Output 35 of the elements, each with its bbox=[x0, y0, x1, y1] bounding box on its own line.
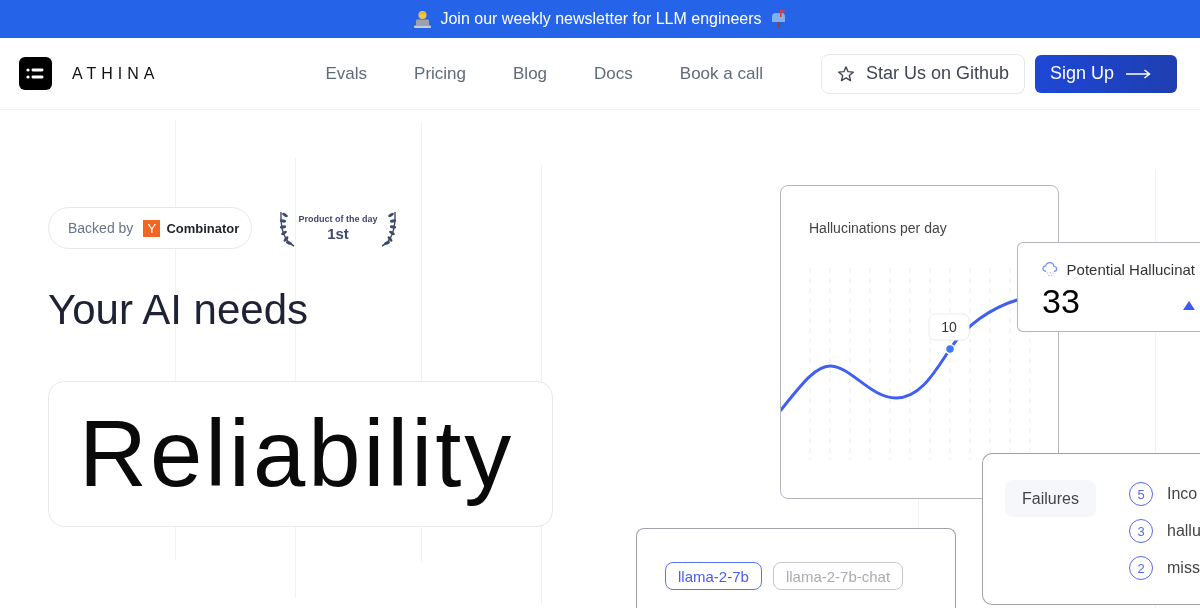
arrow-right-icon bbox=[1126, 68, 1152, 79]
logo-icon[interactable] bbox=[19, 57, 52, 90]
failure-label: miss bbox=[1167, 559, 1200, 577]
up-triangle-icon bbox=[1183, 300, 1195, 310]
nav-link[interactable]: Evals bbox=[325, 63, 368, 84]
highlight-word: Reliability bbox=[79, 400, 515, 508]
hero-heading: Your AI needs bbox=[48, 285, 308, 335]
star-icon bbox=[837, 64, 855, 83]
metric-label: Potential Hallucinat bbox=[1066, 260, 1195, 278]
nav-link[interactable]: Blog bbox=[513, 63, 548, 84]
logo-mark: Y bbox=[143, 219, 161, 237]
award-rank: 1st bbox=[327, 225, 349, 242]
star-button[interactable]: Star Us on Github bbox=[821, 53, 1025, 94]
metric-value: 33 bbox=[1042, 283, 1080, 319]
newsletter-link[interactable]: Join our weekly newsletter for LLM engineers bbox=[440, 10, 762, 28]
nav-link[interactable]: Book a call bbox=[679, 63, 763, 84]
cloud-icon bbox=[1042, 261, 1058, 277]
failure-label: hallu bbox=[1167, 522, 1200, 540]
failures-tab[interactable]: Failures bbox=[1005, 480, 1096, 517]
chart-title: Hallucinations per day bbox=[808, 219, 948, 237]
failure-label: Inco bbox=[1167, 485, 1198, 503]
nav-link[interactable]: Docs bbox=[594, 63, 633, 84]
laurel-icon bbox=[379, 209, 399, 247]
mailbox-icon bbox=[770, 10, 786, 28]
award-title: Product of the day bbox=[298, 214, 378, 224]
data-point-marker bbox=[944, 343, 956, 355]
value-tooltip: 10 bbox=[928, 313, 970, 341]
laurel-icon bbox=[277, 209, 297, 247]
backed-by-label: Backed by bbox=[68, 220, 134, 236]
company-name: Combinator bbox=[166, 220, 240, 236]
signup-button[interactable]: Sign Up bbox=[1035, 54, 1177, 93]
person-laptop-icon bbox=[414, 10, 432, 28]
model-chip[interactable]: llama-2-7b bbox=[665, 562, 762, 590]
brand-name[interactable]: ATHINA bbox=[72, 64, 160, 83]
nav-link[interactable]: Pricing bbox=[414, 63, 467, 84]
